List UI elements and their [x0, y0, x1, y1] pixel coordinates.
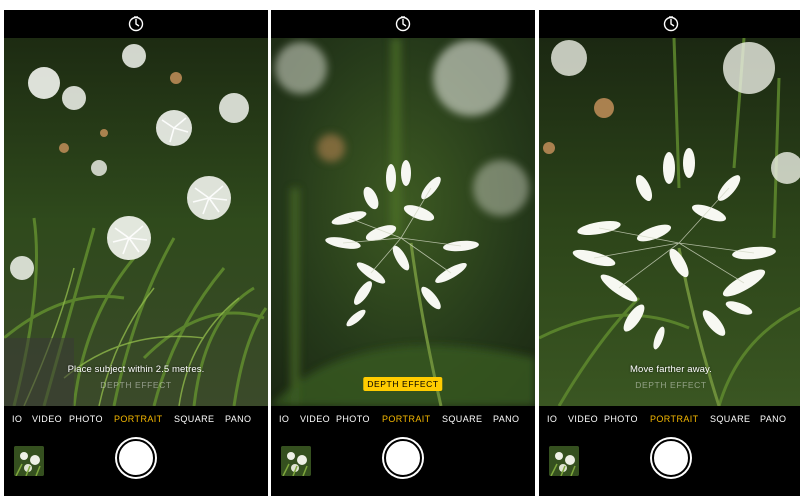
shutter-button[interactable] [382, 437, 424, 479]
mode-video[interactable]: VIDEO [300, 414, 330, 424]
mode-io[interactable]: IO [279, 414, 289, 424]
shutter-core [120, 442, 148, 470]
mode-square[interactable]: SQUARE [442, 414, 482, 424]
camera-screen-1: Place subject within 2.5 metres. DEPTH E… [4, 10, 268, 496]
mode-square[interactable]: SQUARE [710, 414, 750, 424]
mode-square[interactable]: SQUARE [174, 414, 214, 424]
hint-text: Move farther away. [630, 364, 712, 375]
mode-photo[interactable]: PHOTO [336, 414, 370, 424]
shutter-core [655, 442, 683, 470]
top-bar [4, 10, 268, 38]
camera-screen-3: Move farther away. DEPTH EFFECT IO VIDEO… [539, 10, 800, 496]
top-bar [539, 10, 800, 38]
mode-pano[interactable]: PANO [760, 414, 786, 424]
shutter-core [387, 442, 415, 470]
bottom-bar: IO VIDEO PHOTO PORTRAIT SQUARE PANO [539, 406, 800, 496]
bottom-bar: IO VIDEO PHOTO PORTRAIT SQUARE PANO [271, 406, 535, 496]
bottom-bar: IO VIDEO PHOTO PORTRAIT SQUARE PANO [4, 406, 268, 496]
depth-effect-badge: DEPTH EFFECT [363, 377, 443, 391]
photo-thumbnail[interactable] [281, 446, 311, 476]
photo-thumbnail[interactable] [549, 446, 579, 476]
timer-icon[interactable] [394, 15, 412, 33]
mode-portrait[interactable]: PORTRAIT [382, 414, 431, 424]
timer-icon[interactable] [662, 15, 680, 33]
mode-portrait[interactable]: PORTRAIT [114, 414, 163, 424]
mode-io[interactable]: IO [12, 414, 22, 424]
depth-effect-label: DEPTH EFFECT [635, 380, 707, 390]
viewfinder[interactable]: Move farther away. DEPTH EFFECT [539, 38, 800, 406]
shutter-button[interactable] [650, 437, 692, 479]
mode-io[interactable]: IO [547, 414, 557, 424]
photo-thumbnail[interactable] [14, 446, 44, 476]
mode-selector: IO VIDEO PHOTO PORTRAIT SQUARE PANO [539, 414, 800, 428]
mode-photo[interactable]: PHOTO [604, 414, 638, 424]
top-bar [271, 10, 535, 38]
mode-selector: IO VIDEO PHOTO PORTRAIT SQUARE PANO [271, 414, 535, 428]
mode-portrait[interactable]: PORTRAIT [650, 414, 699, 424]
timer-icon[interactable] [127, 15, 145, 33]
hint-text: Place subject within 2.5 metres. [67, 364, 205, 375]
viewfinder[interactable]: DEPTH EFFECT [271, 38, 535, 406]
mode-pano[interactable]: PANO [225, 414, 251, 424]
depth-effect-label: DEPTH EFFECT [100, 380, 172, 390]
mode-pano[interactable]: PANO [493, 414, 519, 424]
shutter-button[interactable] [115, 437, 157, 479]
camera-screen-2: DEPTH EFFECT IO VIDEO PHOTO PORTRAIT SQU… [271, 10, 535, 496]
three-screenshot-comparison: Place subject within 2.5 metres. DEPTH E… [0, 0, 800, 496]
viewfinder[interactable]: Place subject within 2.5 metres. DEPTH E… [4, 38, 268, 406]
mode-selector: IO VIDEO PHOTO PORTRAIT SQUARE PANO [4, 414, 268, 428]
mode-video[interactable]: VIDEO [32, 414, 62, 424]
mode-video[interactable]: VIDEO [568, 414, 598, 424]
mode-photo[interactable]: PHOTO [69, 414, 103, 424]
